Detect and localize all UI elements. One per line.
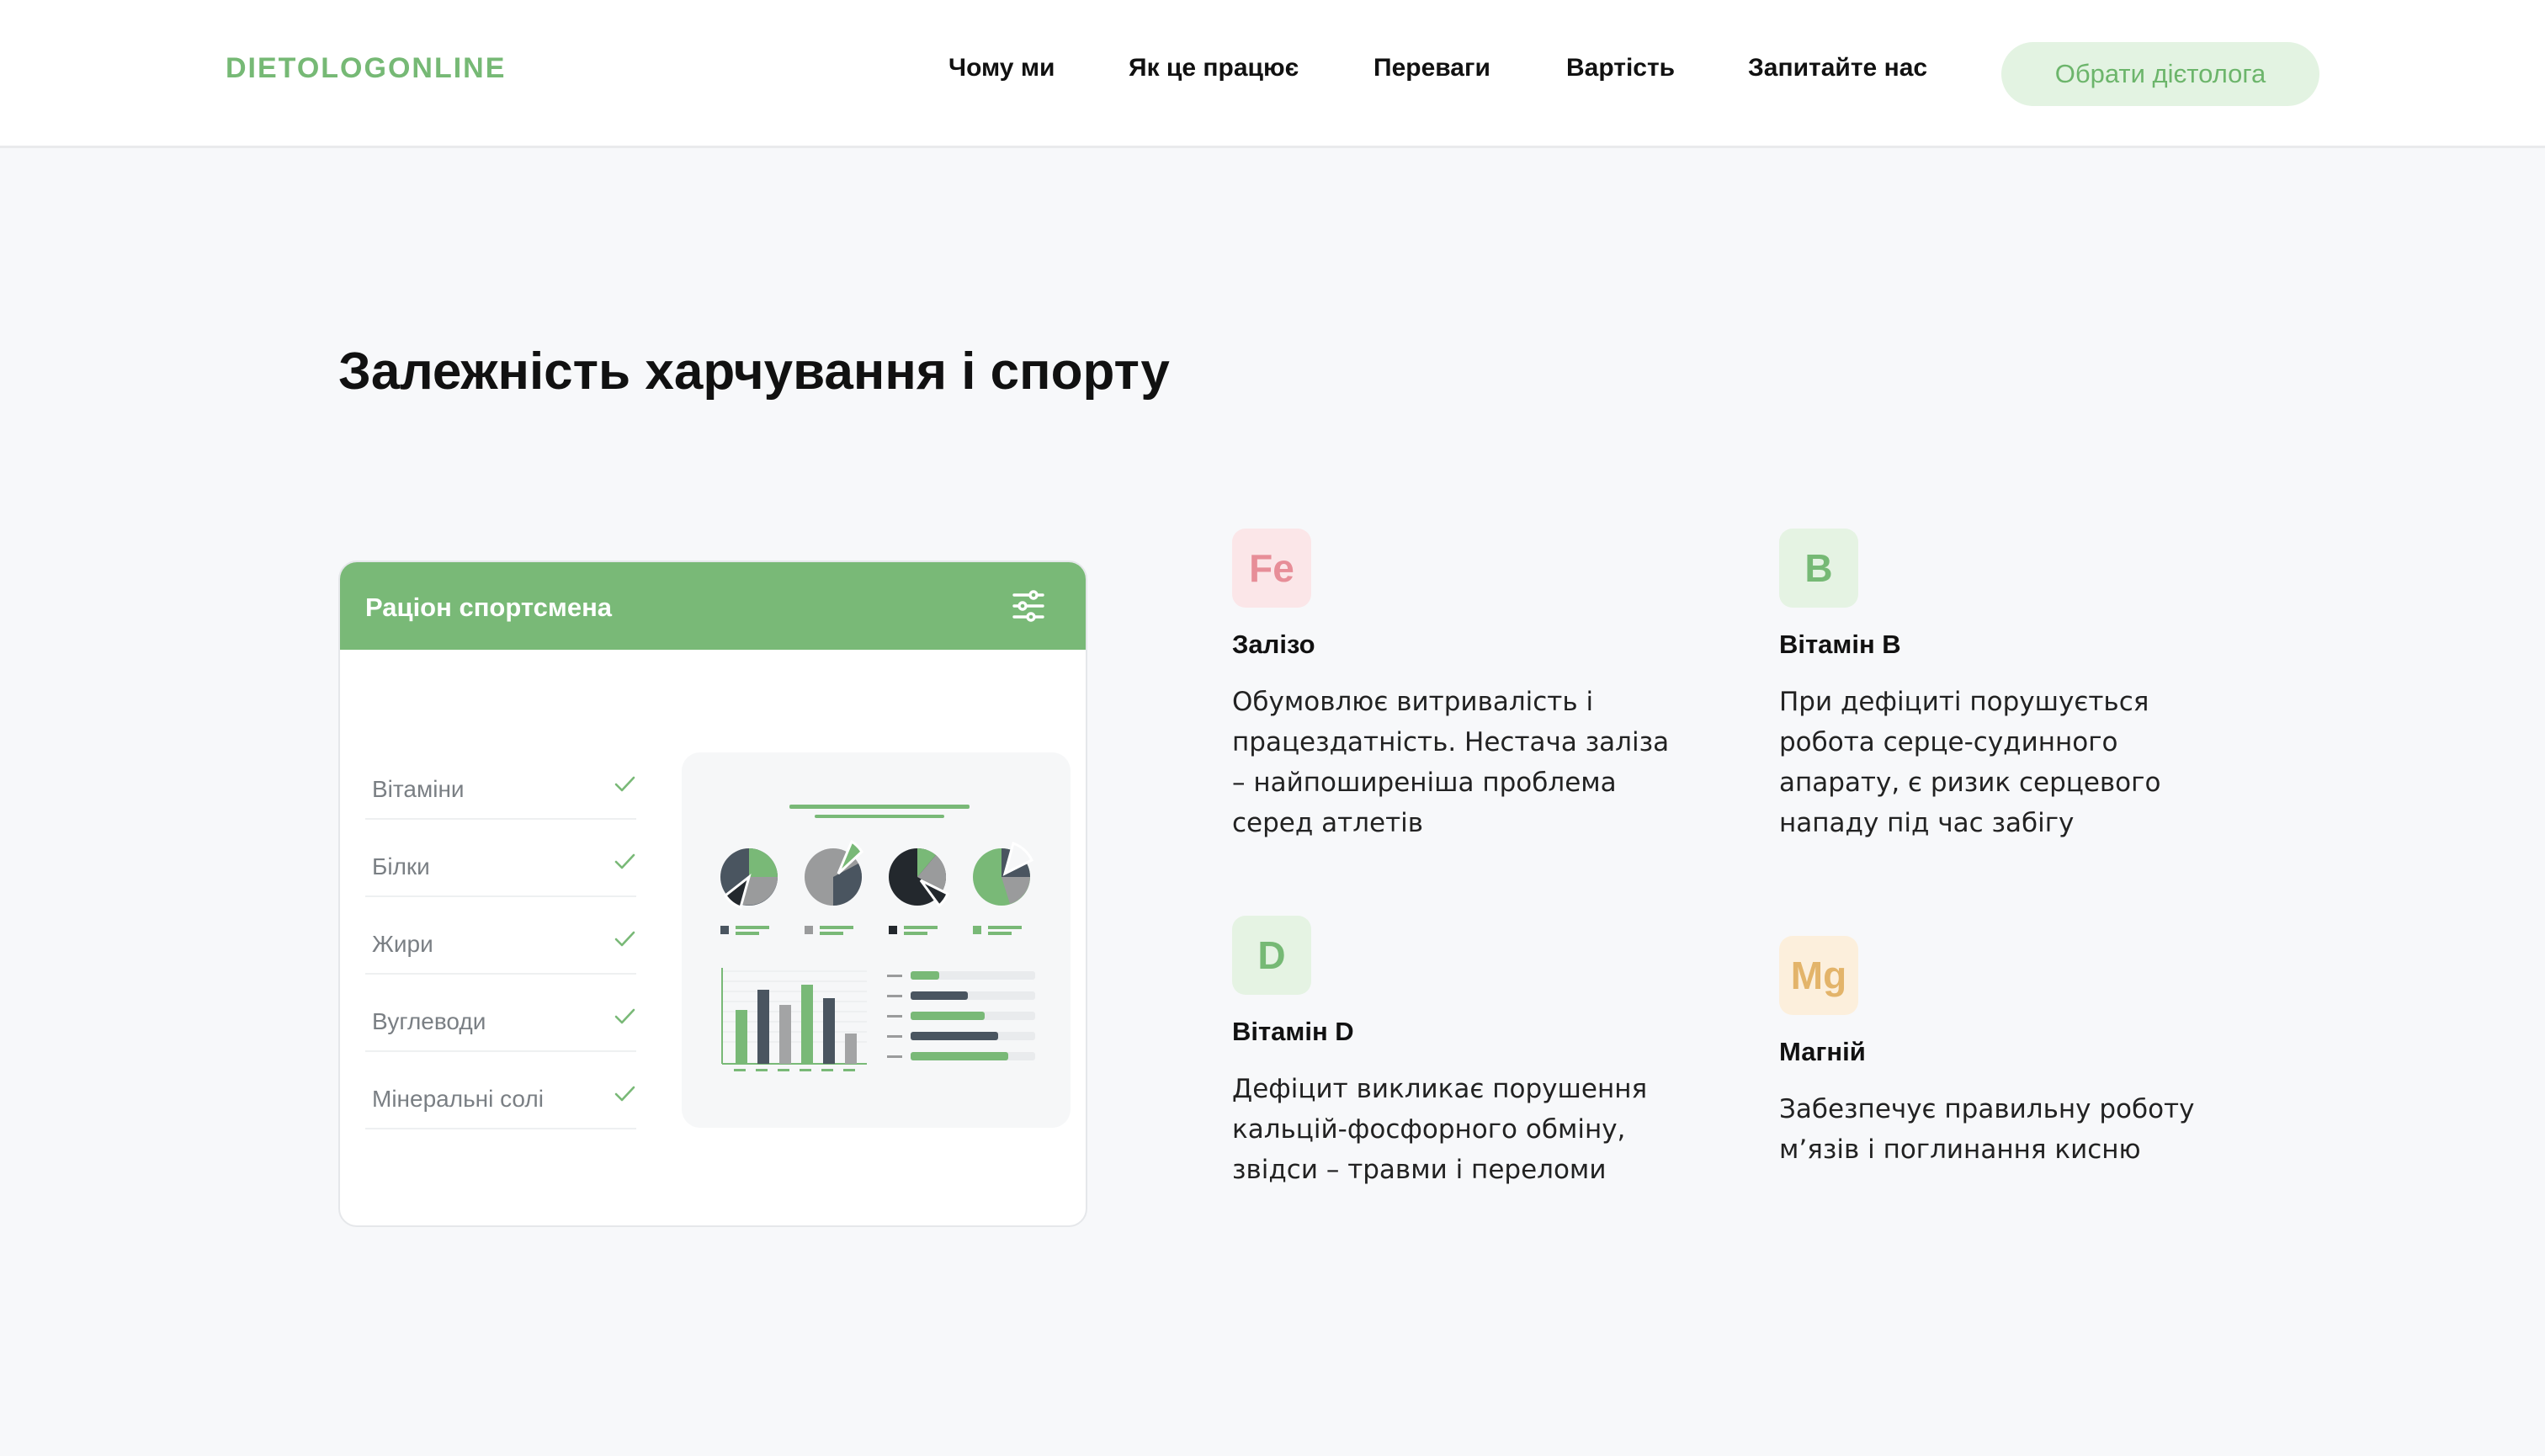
nutrient-name-vitamin-b: Вітамін B [1779,630,1901,659]
nav-item-ask-us[interactable]: Запитайте нас [1748,54,1927,82]
choose-dietitian-button[interactable]: Обрати дієтолога [2001,42,2319,106]
iron-icon: Fe [1232,529,1311,608]
nutrient-name-magnesium: Магній [1779,1037,1866,1066]
check-icon [614,931,635,947]
magnesium-icon: Mg [1779,936,1858,1015]
checklist-item-vitamins: Вітаміни [365,742,636,820]
checklist-label: Білки [372,853,430,879]
checklist-item-carbohydrates: Вуглеводи [365,975,636,1052]
site-header: DIETOLOGONLINE Чому ми Як це працює Пере… [0,0,2545,148]
checklist-item-fats: Жири [365,897,636,975]
dashboard-graphic [720,805,1035,1071]
nav-item-why-us[interactable]: Чому ми [948,54,1055,82]
checklist-label: Вуглеводи [372,1008,486,1034]
nutrient-name-vitamin-d: Вітамін D [1232,1017,1354,1046]
nutrient-name-iron: Залізо [1232,630,1315,659]
analytics-dashboard-illustration [682,752,1071,1128]
check-icon [614,1086,635,1102]
checklist-label: Жири [372,931,433,957]
nav-item-pricing[interactable]: Вартість [1566,54,1675,82]
checklist-label: Вітаміни [372,776,465,802]
nav-item-advantages[interactable]: Переваги [1373,54,1490,82]
site-logo[interactable]: DIETOLOGONLINE [226,52,506,85]
sliders-icon[interactable] [1010,587,1047,624]
check-icon [614,1008,635,1024]
nutrient-desc-iron: Обумовлює витривалість і працездатність.… [1232,687,1670,838]
vitamin-d-icon: D [1232,916,1311,995]
section-title: Залежність харчування і спорту [338,343,1170,401]
nav-item-how-it-works[interactable]: Як це працює [1129,54,1299,82]
nutrient-desc-magnesium: Забезпечує правильну роботу м’язів і пог… [1779,1094,2195,1165]
checklist-item-proteins: Білки [365,820,636,897]
check-icon [614,853,635,869]
checklist-label: Мінеральні солі [372,1086,544,1112]
nutrient-desc-vitamin-d: Дефіцит викликає порушення кальцій-фосфо… [1232,1074,1648,1185]
card-title: Раціон спортсмена [365,592,613,622]
vitamin-b-icon: B [1779,529,1858,608]
athlete-diet-card: Раціон спортсмена Вітаміни Білки Жири Ву… [338,561,1087,1227]
check-icon [614,776,635,792]
card-header: Раціон спортсмена [340,562,1086,650]
nutrient-desc-vitamin-b: При дефіциті порушується робота серце-су… [1779,687,2161,838]
checklist-item-mineral-salts: Мінеральні солі [365,1052,636,1129]
